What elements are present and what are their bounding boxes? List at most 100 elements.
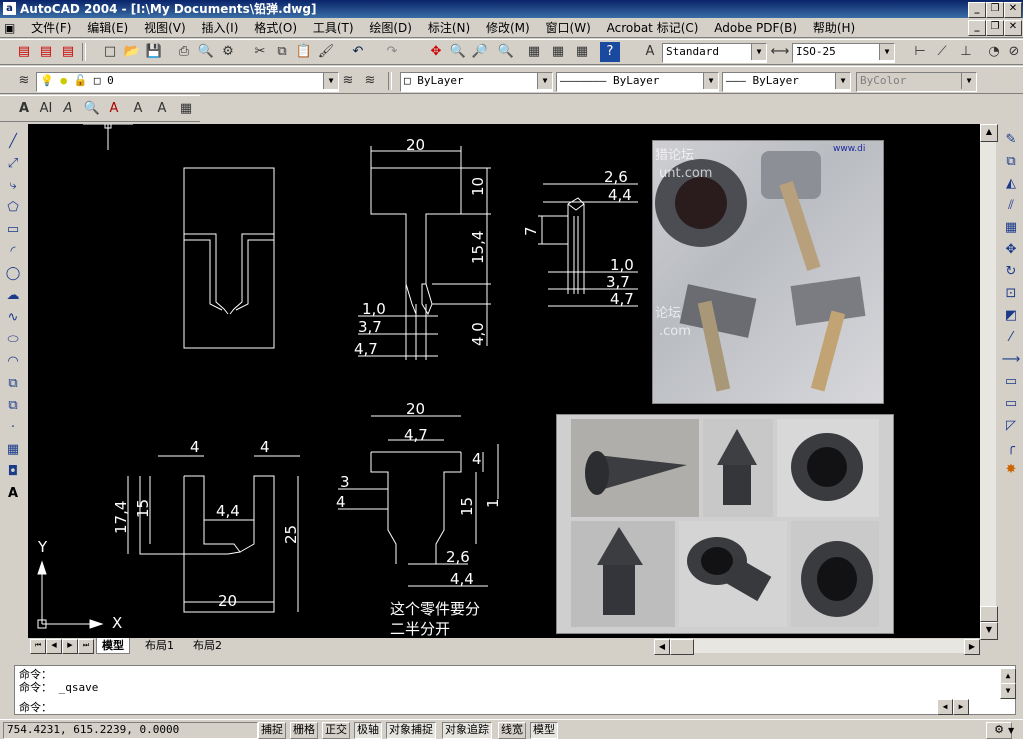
break-icon[interactable]: ▭ <box>1001 372 1021 392</box>
array-icon[interactable]: ▦ <box>1001 218 1021 238</box>
circle-icon[interactable]: ◯ <box>3 264 23 284</box>
polygon-icon[interactable]: ⬠ <box>3 198 23 218</box>
first-tab-icon[interactable]: ⏮ <box>30 639 46 654</box>
scale-text-icon[interactable]: A <box>128 99 148 119</box>
design-center-icon[interactable]: ▦ <box>548 42 568 62</box>
new-file-icon[interactable]: □ <box>100 42 120 62</box>
help-icon[interactable]: ? <box>600 42 620 62</box>
layer-previous-icon[interactable]: ≋ <box>360 71 380 91</box>
print-icon[interactable]: ⎙ <box>174 42 194 62</box>
dim-style-icon[interactable]: ⟷ <box>770 42 790 62</box>
open-file-icon[interactable]: 📂 <box>122 42 142 62</box>
command-window[interactable]: 命令： 命令： _qsave 命令： ▲ ▼ ◀ ▶ <box>14 665 1016 715</box>
menu-help[interactable]: 帮助(H) <box>807 18 861 38</box>
lineweight-select[interactable]: ——— ByLayer ▼ <box>722 72 851 92</box>
horizontal-scrollbar[interactable]: ◀ ▶ <box>654 639 980 655</box>
diameter-dim-icon[interactable]: ⊘ <box>1004 42 1023 62</box>
line-icon[interactable]: ╱ <box>3 132 23 152</box>
explode-icon[interactable]: ✸ <box>1001 460 1021 480</box>
paste-icon[interactable]: 📋 <box>294 42 314 62</box>
linear-dim-icon[interactable]: ⊢ <box>910 42 930 62</box>
command-prompt[interactable]: 命令： <box>19 701 52 714</box>
menu-edit[interactable]: 编辑(E) <box>81 18 134 38</box>
find-text-icon[interactable]: 🔍 <box>82 99 102 119</box>
polar-toggle[interactable]: 极轴 <box>354 722 382 739</box>
model-toggle[interactable]: 模型 <box>530 722 558 739</box>
single-text-icon[interactable]: AI <box>36 99 56 119</box>
make-block-icon[interactable]: ⧉ <box>3 396 23 416</box>
menu-draw[interactable]: 绘图(D) <box>363 18 418 38</box>
last-tab-icon[interactable]: ⏭ <box>78 639 94 654</box>
ellipse-icon[interactable]: ⬭ <box>3 330 23 350</box>
linetype-select[interactable]: ——————— ByLayer ▼ <box>556 72 719 92</box>
drawing-canvas[interactable]: 20 10 15,4 4,0 1,0 3,7 4,7 2,6 4,4 7 1,0… <box>28 124 980 638</box>
hscroll-thumb[interactable] <box>670 639 694 655</box>
pdf-mail-icon[interactable]: ▤ <box>36 42 56 62</box>
text-style-icon[interactable]: A <box>640 42 660 62</box>
maximize-button[interactable]: ❐ <box>986 2 1004 18</box>
pdf-icon[interactable]: ▤ <box>14 42 34 62</box>
redo-icon[interactable]: ↷ <box>382 42 402 62</box>
insert-block-icon[interactable]: ⧉ <box>3 374 23 394</box>
publish-icon[interactable]: ⚙ <box>218 42 238 62</box>
otrack-toggle[interactable]: 对象追踪 <box>442 722 492 739</box>
arc-icon[interactable]: ◜ <box>3 242 23 262</box>
tab-layout1[interactable]: 布局1 <box>140 638 179 653</box>
aligned-dim-icon[interactable]: ⟋ <box>932 42 952 62</box>
tool-palettes-icon[interactable]: ▦ <box>572 42 592 62</box>
cmd-scroll-down-icon[interactable]: ▼ <box>1000 683 1016 699</box>
scroll-left-icon[interactable]: ◀ <box>654 639 670 655</box>
tab-layout2[interactable]: 布局2 <box>188 638 227 653</box>
zoom-realtime-icon[interactable]: 🔍 <box>448 42 468 62</box>
minimize-button[interactable]: _ <box>968 2 986 18</box>
tab-model[interactable]: 模型 <box>96 638 130 654</box>
cmd-scroll-up-icon[interactable]: ▲ <box>1000 668 1016 684</box>
grid-toggle[interactable]: 栅格 <box>290 722 318 739</box>
cut-icon[interactable]: ✂ <box>250 42 270 62</box>
print-preview-icon[interactable]: 🔍 <box>196 42 216 62</box>
stretch-icon[interactable]: ◩ <box>1001 306 1021 326</box>
mtext-icon[interactable]: A <box>14 99 34 119</box>
menu-format[interactable]: 格式(O) <box>248 18 303 38</box>
layer-manager-icon[interactable]: ≋ <box>14 71 34 91</box>
ortho-toggle[interactable]: 正交 <box>322 722 350 739</box>
erase-icon[interactable]: ✎ <box>1001 130 1021 150</box>
color-select[interactable]: □ ByLayer ▼ <box>400 72 553 92</box>
match-properties-icon[interactable]: 🖌 <box>316 42 336 62</box>
spline-icon[interactable]: ∿ <box>3 308 23 328</box>
ellipse-arc-icon[interactable]: ◠ <box>3 352 23 372</box>
offset-icon[interactable]: ⫽ <box>1001 196 1021 216</box>
menu-tools[interactable]: 工具(T) <box>307 18 360 38</box>
trim-icon[interactable]: ⁄ <box>1001 328 1021 348</box>
copy-object-icon[interactable]: ⧉ <box>1001 152 1021 172</box>
join-icon[interactable]: ▭ <box>1001 394 1021 414</box>
menu-dimension[interactable]: 标注(N) <box>422 18 476 38</box>
scale-icon[interactable]: ⊡ <box>1001 284 1021 304</box>
menu-window[interactable]: 窗口(W) <box>540 18 597 38</box>
text-style-editor-icon[interactable]: A <box>104 99 124 119</box>
menu-file[interactable]: 文件(F) <box>25 18 77 38</box>
scroll-up-icon[interactable]: ▲ <box>980 124 998 142</box>
zoom-previous-icon[interactable]: 🔍 <box>496 42 516 62</box>
save-icon[interactable]: 💾 <box>144 42 164 62</box>
radius-dim-icon[interactable]: ◔ <box>984 42 1004 62</box>
layer-select[interactable]: 💡 ● 🔓 □ 0 ▼ <box>36 72 339 92</box>
snap-toggle[interactable]: 捕捉 <box>258 722 286 739</box>
chamfer-icon[interactable]: ◸ <box>1001 416 1021 436</box>
move-icon[interactable]: ✥ <box>1001 240 1021 260</box>
menu-modify[interactable]: 修改(M) <box>480 18 536 38</box>
mirror-icon[interactable]: ◭ <box>1001 174 1021 194</box>
pdf-review-icon[interactable]: ▤ <box>58 42 78 62</box>
pan-icon[interactable]: ✥ <box>426 42 446 62</box>
multiline-text-icon[interactable]: A <box>3 484 23 504</box>
osnap-toggle[interactable]: 对象捕捉 <box>386 722 436 739</box>
vertical-scrollbar[interactable]: ▲ ▼ <box>980 124 998 640</box>
rotate-icon[interactable]: ↻ <box>1001 262 1021 282</box>
revision-cloud-icon[interactable]: ☁ <box>3 286 23 306</box>
justify-text-icon[interactable]: A <box>152 99 172 119</box>
point-icon[interactable]: · <box>3 418 23 438</box>
construction-line-icon[interactable]: ⤢ <box>3 154 23 174</box>
scroll-right-icon[interactable]: ▶ <box>964 639 980 655</box>
edit-text-icon[interactable]: A <box>58 99 78 119</box>
convert-distance-icon[interactable]: ▦ <box>176 99 196 119</box>
